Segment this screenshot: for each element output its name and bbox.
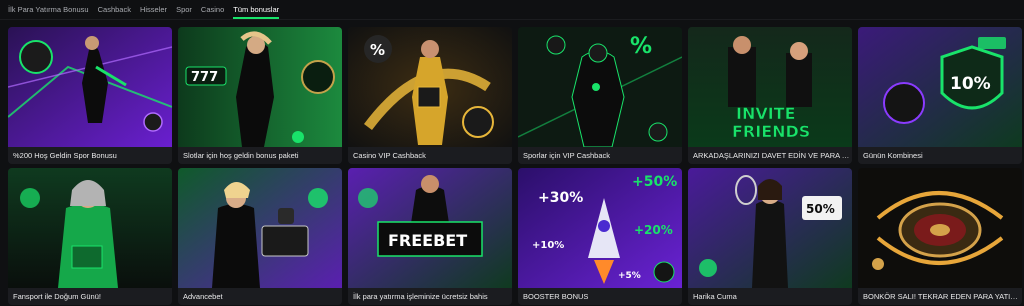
bonus-card[interactable]: Advancebet <box>178 168 342 305</box>
calendar-50-text: 50% <box>806 202 835 216</box>
bonus-card[interactable]: %200 Hoş Geldin Spor Bonusu <box>8 27 172 164</box>
freebet-banner-text: FREEBET <box>388 231 467 250</box>
bonus-card[interactable]: 10% Günün Kombinesi <box>858 27 1022 164</box>
bonus-card[interactable]: % Sporlar için VIP Cashback <box>518 27 682 164</box>
tab-shares[interactable]: Hisseler <box>140 0 167 20</box>
bonus-card[interactable]: Fansport ile Doğum Günü! <box>8 168 172 305</box>
tab-casino[interactable]: Casino <box>201 0 224 20</box>
boost-10-text: +10% <box>532 240 564 251</box>
bonus-card-image <box>858 168 1022 288</box>
bonus-card-image <box>8 27 172 147</box>
bonus-card[interactable]: 50% Harika Cuma <box>688 168 852 305</box>
bonus-card-title: Fansport ile Doğum Günü! <box>8 288 172 305</box>
bonus-card-image: 50% <box>688 168 852 288</box>
bonus-card[interactable]: FREEBET İlk para yatırma işleminize ücre… <box>348 168 512 305</box>
bonus-card-image: FREEBET <box>348 168 512 288</box>
bonus-card[interactable]: BONKÖR SALI! TEKRAR EDEN PARA YATIRMA BO… <box>858 168 1022 305</box>
bonus-card-image <box>8 168 172 288</box>
bonus-card-title: Advancebet <box>178 288 342 305</box>
bonus-card[interactable]: +30% +50% +10% +20% +5% BOOSTER BONUS <box>518 168 682 305</box>
bonus-card[interactable]: 777 Slotlar için hoş geldin bonus paketi <box>178 27 342 164</box>
bonus-card[interactable]: % Casino VIP Cashback <box>348 27 512 164</box>
bonus-card-image: 777 <box>178 27 342 147</box>
bonus-card-title: Harika Cuma <box>688 288 852 305</box>
tab-all-bonuses[interactable]: Tüm bonuslar <box>233 0 279 20</box>
percent-sign-text: % <box>630 34 652 59</box>
bonus-card-image: +30% +50% +10% +20% +5% <box>518 168 682 288</box>
invite-text: INVITE <box>736 104 796 123</box>
boost-30-text: +30% <box>538 190 583 206</box>
bonus-card-image: 10% <box>858 27 1022 147</box>
bonus-card-image: % <box>348 27 512 147</box>
bonus-card-title: Slotlar için hoş geldin bonus paketi <box>178 147 342 164</box>
tab-first-deposit-bonus[interactable]: İlk Para Yatırma Bonusu <box>8 0 89 20</box>
bonus-card-title: BOOSTER BONUS <box>518 288 682 305</box>
boost-50-text: +50% <box>632 174 677 190</box>
ten-percent-text: 10% <box>950 74 991 94</box>
slot-777-text: 777 <box>191 70 218 85</box>
bonus-card-image <box>178 168 342 288</box>
tab-cashback[interactable]: Cashback <box>98 0 131 20</box>
bonus-card-title: İlk para yatırma işleminize ücretsiz bah… <box>348 288 512 305</box>
bonus-category-tabs: İlk Para Yatırma Bonusu Cashback Hissele… <box>0 0 1024 20</box>
bonus-card-title: Casino VIP Cashback <box>348 147 512 164</box>
boost-20-text: +20% <box>634 223 673 237</box>
bonus-card-title: %200 Hoş Geldin Spor Bonusu <box>8 147 172 164</box>
percent-balloon-text: % <box>370 41 385 59</box>
bonus-card-title: Günün Kombinesi <box>858 147 1022 164</box>
bonus-card-title: BONKÖR SALI! TEKRAR EDEN PARA YATIRMA BO… <box>858 288 1022 305</box>
bonus-card-title: Sporlar için VIP Cashback <box>518 147 682 164</box>
friends-text: FRIENDS <box>732 122 810 141</box>
bonus-card[interactable]: INVITE FRIENDS ARKADAŞLARINIZI DAVET EDİ… <box>688 27 852 164</box>
boost-5-text: +5% <box>618 271 641 281</box>
bonus-card-image: % <box>518 27 682 147</box>
bonus-card-image: INVITE FRIENDS <box>688 27 852 147</box>
bonus-card-title: ARKADAŞLARINIZI DAVET EDİN VE PARA KAZAN… <box>688 147 852 164</box>
tab-sport[interactable]: Spor <box>176 0 192 20</box>
